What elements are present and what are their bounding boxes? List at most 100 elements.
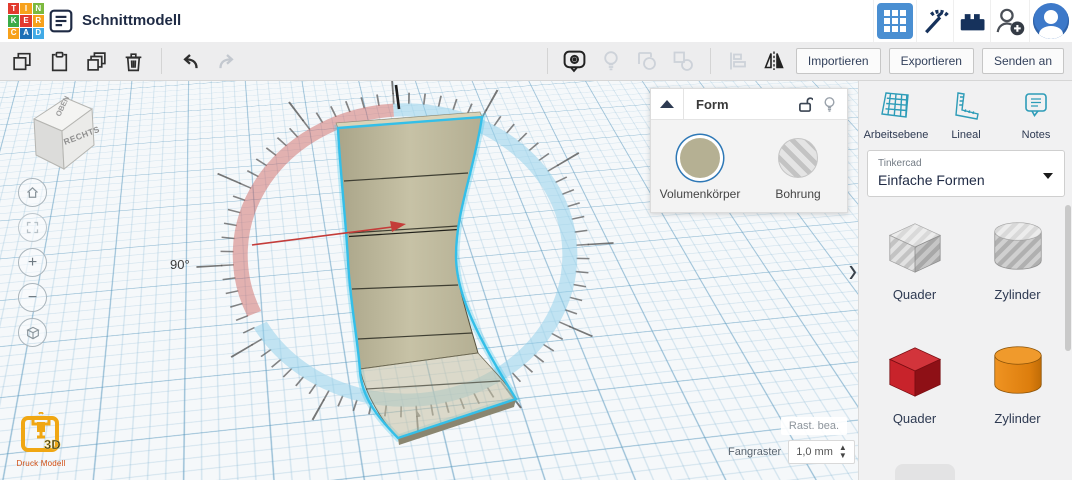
toolbar-separator bbox=[710, 48, 711, 74]
duplicate-icon bbox=[85, 50, 108, 73]
fit-view-button[interactable] bbox=[18, 213, 47, 242]
view-controls: + − bbox=[18, 178, 47, 347]
send-to-button[interactable]: Senden an bbox=[982, 48, 1064, 74]
lightbulb-icon bbox=[599, 49, 623, 73]
toolbar-separator bbox=[161, 48, 162, 74]
copy-icon bbox=[11, 50, 34, 73]
paste-button[interactable] bbox=[45, 47, 73, 75]
library-selected: Einfache Formen bbox=[878, 172, 1054, 188]
shape-inspector-panel: Form Volumenkörper Bohrung bbox=[650, 88, 848, 213]
redo-icon bbox=[215, 49, 239, 73]
shape-gallery: Quader Zylinder Quader Zylind bbox=[859, 197, 1072, 426]
home-view-button[interactable] bbox=[18, 178, 47, 207]
cylinder-solid-icon bbox=[982, 340, 1054, 402]
model-schnittmodell[interactable] bbox=[336, 112, 516, 445]
trash-icon bbox=[122, 50, 145, 73]
group-icon bbox=[635, 49, 659, 73]
avatar-silhouette bbox=[1044, 10, 1058, 24]
minus-icon: − bbox=[28, 290, 37, 306]
undo-icon bbox=[178, 49, 202, 73]
grid-icon bbox=[883, 9, 907, 33]
library-brand: Tinkercad bbox=[878, 158, 1054, 169]
import-button[interactable]: Importieren bbox=[796, 48, 881, 74]
apps-grid-button[interactable] bbox=[877, 3, 913, 39]
model-wall-face bbox=[338, 117, 482, 369]
ungroup-button[interactable] bbox=[669, 47, 697, 75]
shape-zylinder-hole[interactable]: Zylinder bbox=[966, 216, 1069, 302]
panel-collapse-button[interactable] bbox=[651, 89, 684, 119]
notes-tool[interactable]: Notes bbox=[1001, 86, 1071, 141]
mirror-button[interactable] bbox=[760, 47, 788, 75]
perspective-toggle-button[interactable] bbox=[18, 318, 47, 347]
export-button[interactable]: Exportieren bbox=[889, 48, 974, 74]
zoom-in-button[interactable]: + bbox=[18, 248, 47, 277]
sidebar-collapse-handle[interactable]: › bbox=[849, 255, 857, 289]
plus-icon: + bbox=[28, 255, 37, 271]
brick-export-button[interactable] bbox=[953, 0, 990, 42]
ruler-icon bbox=[949, 90, 983, 122]
copy-button[interactable] bbox=[8, 47, 36, 75]
design-title[interactable]: Schnittmodell bbox=[82, 12, 181, 29]
ungroup-icon bbox=[671, 49, 695, 73]
top-bar: TIN KER CAD Schnittmodell bbox=[0, 0, 1072, 43]
toolbar-separator bbox=[547, 48, 548, 74]
perspective-cube-icon bbox=[25, 325, 41, 341]
print-3d-badge: 3D bbox=[44, 437, 61, 452]
align-button[interactable] bbox=[724, 47, 752, 75]
hide-selected-button[interactable] bbox=[597, 47, 625, 75]
cylinder-hole-icon bbox=[982, 216, 1054, 278]
cube-hole-icon bbox=[879, 216, 951, 278]
hole-swatch bbox=[778, 138, 818, 178]
rotation-angle-value: 90° bbox=[170, 257, 190, 272]
edit-grid-button[interactable]: Rast. bea. bbox=[781, 417, 847, 435]
user-avatar[interactable] bbox=[1033, 3, 1069, 39]
invite-collaborator-button[interactable] bbox=[990, 0, 1029, 42]
collapse-triangle-icon bbox=[660, 100, 674, 108]
shape-library-select[interactable]: Tinkercad Einfache Formen bbox=[867, 150, 1065, 197]
lego-brick-icon bbox=[957, 6, 987, 36]
panel-title: Form bbox=[696, 97, 798, 112]
redo-button[interactable] bbox=[213, 47, 241, 75]
lightbulb-icon[interactable] bbox=[822, 96, 837, 113]
zoom-out-button[interactable]: − bbox=[18, 283, 47, 312]
viewport-3d[interactable]: 90° OBEN RECHTS + − › bbox=[0, 81, 858, 480]
undo-button[interactable] bbox=[176, 47, 204, 75]
tinkercad-logo[interactable]: TIN KER CAD bbox=[8, 3, 44, 39]
cube-solid-icon bbox=[879, 340, 951, 402]
solid-color-swatch bbox=[680, 138, 720, 178]
shape-quader-hole[interactable]: Quader bbox=[863, 216, 966, 302]
duplicate-button[interactable] bbox=[82, 47, 110, 75]
ruler-tool[interactable]: Lineal bbox=[931, 86, 1001, 141]
show-all-button[interactable] bbox=[561, 47, 589, 75]
workplane-icon bbox=[879, 90, 913, 122]
notes-icon bbox=[1019, 90, 1053, 122]
printer-3d-icon: 3D bbox=[19, 412, 63, 456]
paste-icon bbox=[48, 50, 71, 73]
align-icon bbox=[726, 49, 750, 73]
delete-button[interactable] bbox=[119, 47, 147, 75]
unlock-icon[interactable] bbox=[798, 96, 813, 113]
option-solid[interactable]: Volumenkörper bbox=[651, 135, 749, 201]
edit-toolbar: Importieren Exportieren Senden an bbox=[0, 42, 1072, 81]
shape-quader-solid[interactable]: Quader bbox=[863, 340, 966, 426]
group-button[interactable] bbox=[633, 47, 661, 75]
print-caption: Druck Modell bbox=[10, 459, 72, 468]
shape-zylinder-solid[interactable]: Zylinder bbox=[966, 340, 1069, 426]
pickaxe-icon bbox=[920, 6, 950, 36]
workplane-tool[interactable]: Arbeitsebene bbox=[861, 86, 931, 141]
snap-grid-label: Fangraster bbox=[728, 446, 781, 458]
next-shape-peek bbox=[895, 464, 955, 480]
print-3d-widget[interactable]: 3D Druck Modell bbox=[10, 412, 72, 468]
select-arrows-icon: ▲▼ bbox=[839, 444, 847, 460]
shape-sidebar: Arbeitsebene Lineal Notes Tinkercad Einf… bbox=[858, 81, 1072, 480]
fit-view-icon bbox=[25, 220, 40, 235]
snap-grid-value: 1,0 mm bbox=[796, 446, 833, 458]
minecraft-export-button[interactable] bbox=[916, 0, 953, 42]
snap-grid-select[interactable]: 1,0 mm ▲▼ bbox=[788, 440, 855, 464]
home-icon bbox=[25, 185, 40, 200]
sidebar-scrollbar[interactable] bbox=[1065, 205, 1071, 351]
view-cube[interactable]: OBEN RECHTS bbox=[24, 89, 100, 177]
mirror-icon bbox=[762, 49, 786, 73]
design-properties-icon[interactable] bbox=[48, 8, 74, 34]
option-hole[interactable]: Bohrung bbox=[749, 135, 847, 201]
